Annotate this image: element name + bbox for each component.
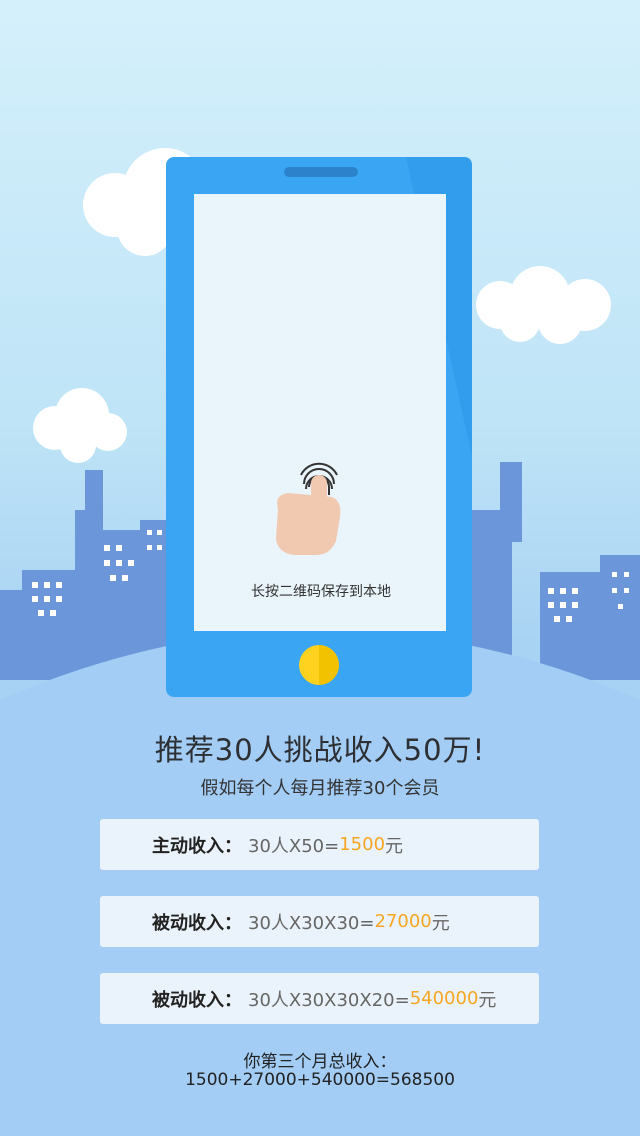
income-unit: 元 <box>431 912 450 934</box>
income-formula: 30人X30X30X20= <box>248 989 410 1011</box>
income-label: 被动收入： <box>152 989 242 1011</box>
income-amount: 27000 <box>374 911 432 932</box>
income-formula: 30人X50= <box>248 835 340 857</box>
total-income-label: 你第三个月总收入： <box>243 1052 397 1072</box>
income-unit: 元 <box>385 835 404 857</box>
income-card-active: 主动收入： 30人X50= 1500 元 <box>100 819 539 870</box>
income-card-passive-2: 被动收入： 30人X30X30X20= 540000 元 <box>100 973 539 1024</box>
save-qr-hint: 长按二维码保存到本地 <box>251 584 391 600</box>
cloud-icon <box>476 266 611 344</box>
city-skyline-left <box>0 470 170 680</box>
income-label: 被动收入： <box>152 912 242 934</box>
phone-screen <box>194 194 446 631</box>
page-title: 推荐30人挑战收入50万! <box>154 733 486 767</box>
income-formula: 30人X30X30= <box>248 912 375 934</box>
page-subtitle: 假如每个人每月推荐30个会员 <box>200 778 440 799</box>
phone-speaker <box>284 167 358 177</box>
income-amount: 540000 <box>409 988 479 1009</box>
income-unit: 元 <box>478 989 497 1011</box>
income-card-passive-1: 被动收入： 30人X30X30= 27000 元 <box>100 896 539 947</box>
cloud-icon <box>33 388 127 463</box>
total-income-equation: 1500+27000+540000=568500 <box>185 1070 455 1090</box>
income-amount: 1500 <box>339 834 386 855</box>
income-label: 主动收入： <box>152 835 242 857</box>
phone-illustration <box>166 157 472 697</box>
city-skyline-right <box>472 462 640 680</box>
